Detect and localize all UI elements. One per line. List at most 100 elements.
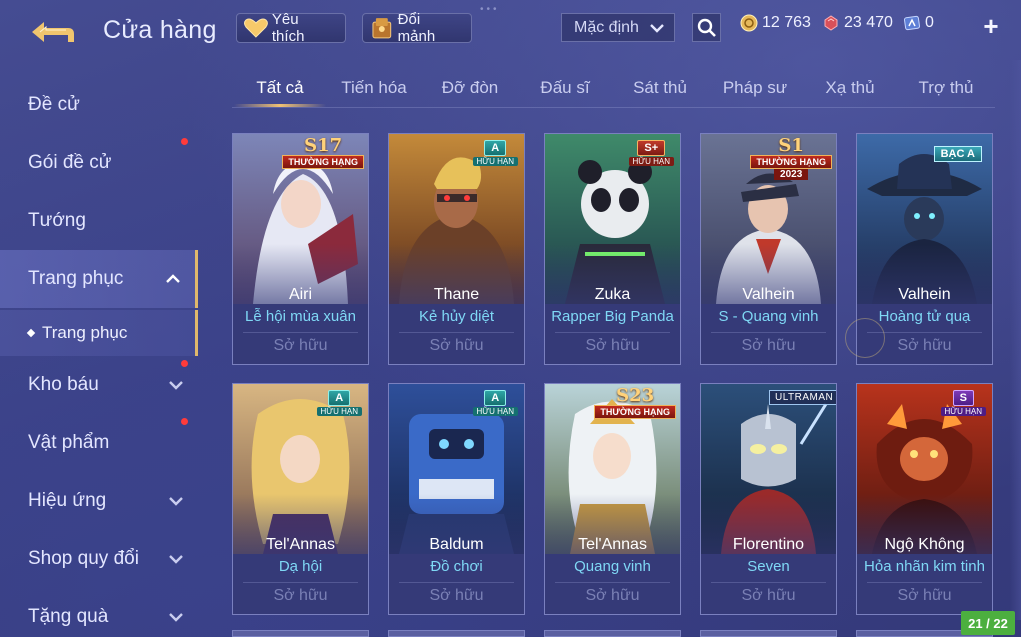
next-row-card	[544, 630, 681, 637]
tier-badge: A HỮU HẠN	[472, 390, 518, 416]
divider	[711, 582, 826, 583]
notification-dot	[181, 360, 188, 367]
sidebar-item-recommended-packs[interactable]: Gói đề cử	[0, 134, 198, 192]
page-title: Cửa hàng	[103, 16, 217, 44]
chevron-up-icon	[166, 274, 180, 283]
skin-card[interactable]: S1 THƯỜNG HẠNG 2023 Valhein S - Quang vi…	[700, 133, 837, 365]
tier-badge: S HỮU HẠN	[940, 390, 986, 416]
skin-name: Quang vinh	[574, 558, 651, 575]
divider	[867, 582, 982, 583]
page-counter: 21 / 22	[961, 611, 1015, 635]
sidebar-item-heroes[interactable]: Tướng	[0, 192, 198, 250]
sidebar-item-effects[interactable]: Hiệu ứng	[0, 472, 198, 530]
tab-all[interactable]: Tất cả	[234, 78, 326, 98]
sidebar-item-label: Trang phục	[28, 268, 124, 289]
season-label: THƯỜNG HẠNG	[594, 405, 676, 419]
sidebar-item-label: Hiệu ứng	[28, 490, 107, 511]
bullet-icon	[26, 328, 36, 338]
fragment-chest-icon	[372, 18, 392, 39]
skin-card[interactable]: S23 THƯỜNG HẠNG Tel'Annas Quang vinh Sở …	[544, 383, 681, 615]
sidebar-item-label: Gói đề cử	[28, 152, 112, 173]
sidebar-item-label: Shop quy đổi	[28, 548, 139, 569]
plus-icon[interactable]: +	[980, 12, 1002, 40]
ownership-status: Sở hữu	[273, 337, 328, 354]
tier-grade: A	[484, 390, 507, 406]
voucher-icon	[903, 15, 921, 31]
skin-name: S - Quang vinh	[718, 308, 819, 325]
tier-label: HỮU HẠN	[472, 407, 518, 416]
season-number: S1	[778, 135, 804, 156]
gold-coin-icon	[740, 14, 758, 32]
sidebar-item-items[interactable]: Vật phẩm	[0, 414, 198, 472]
hero-name: Airi	[288, 286, 313, 303]
ownership-status: Sở hữu	[585, 337, 640, 354]
sidebar-item-exchange-shop[interactable]: Shop quy đổi	[0, 530, 198, 588]
heart-icon	[243, 18, 268, 38]
skin-card[interactable]: A HỮU HẠN Tel'Annas Dạ hội Sở hữu	[232, 383, 369, 615]
gold-amount: 12 763	[762, 14, 811, 31]
tab-assassin[interactable]: Sát thủ	[614, 78, 706, 98]
tier-badge: A HỮU HẠN	[472, 140, 518, 166]
tier-badge: S+ HỮU HẠN	[628, 140, 674, 166]
hero-name: Baldum	[429, 536, 484, 553]
ruby-amount: 23 470	[844, 14, 893, 31]
search-button[interactable]	[692, 13, 721, 42]
skin-name: Lễ hội mùa xuân	[245, 308, 356, 325]
tab-support[interactable]: Trợ thủ	[900, 78, 992, 98]
sort-dropdown[interactable]: Mặc định	[561, 13, 675, 42]
tab-evolution[interactable]: Tiến hóa	[328, 78, 420, 98]
divider	[399, 332, 514, 333]
tab-marksman[interactable]: Xạ thủ	[804, 78, 896, 98]
decorative-ring	[845, 318, 885, 358]
tier-badge: A HỮU HẠN	[316, 390, 362, 416]
tab-tank[interactable]: Đỡ đòn	[424, 78, 516, 98]
drag-handle: •••	[480, 4, 500, 15]
skin-card[interactable]: A HỮU HẠN Baldum Đồ chơi Sở hữu	[388, 383, 525, 615]
tab-fighter[interactable]: Đấu sĩ	[519, 78, 611, 98]
skin-card[interactable]: A HỮU HẠN Thane Kẻ hủy diệt Sở hữu	[388, 133, 525, 365]
tier-label: HỮU HẠN	[940, 407, 986, 416]
skin-name: Rapper Big Panda	[551, 308, 674, 325]
tier-badge: BẠC A	[933, 146, 982, 162]
sidebar-item-gift[interactable]: Tặng quà	[0, 588, 198, 637]
next-row-card	[232, 630, 369, 637]
sidebar-subitem-skins[interactable]: Trang phục	[0, 310, 198, 356]
season-badge: S23 THƯỜNG HẠNG	[594, 387, 676, 419]
fragments-label: Đổi mảnh	[397, 11, 436, 45]
divider	[243, 332, 358, 333]
season-year: 2023	[774, 169, 809, 180]
sidebar-item-recommended[interactable]: Đề cử	[0, 76, 198, 134]
ownership-status: Sở hữu	[741, 587, 796, 604]
season-number: S23	[616, 385, 655, 406]
divider	[399, 582, 514, 583]
favorites-button[interactable]: Yêu thích	[236, 11, 346, 45]
ownership-status: Sở hữu	[273, 587, 328, 604]
exchange-fragments-button[interactable]: Đổi mảnh	[362, 11, 472, 45]
sidebar-item-label: Vật phẩm	[28, 432, 110, 453]
sidebar-item-skins[interactable]: Trang phục	[0, 250, 198, 308]
divider	[243, 582, 358, 583]
hero-name: Tel'Annas	[266, 536, 335, 553]
skin-name: Đồ chơi	[430, 558, 483, 575]
sidebar: Đề cử Gói đề cử Tướng Trang phục Trang p…	[0, 70, 198, 637]
skin-card[interactable]: S HỮU HẠN Ngộ Không Hỏa nhãn kim tinh Sở…	[856, 383, 993, 615]
tier-grade: A	[328, 390, 351, 406]
hero-name: Zuka	[594, 286, 631, 303]
chevron-down-icon	[169, 613, 183, 622]
tab-mage[interactable]: Pháp sư	[709, 78, 801, 98]
chevron-down-icon	[650, 24, 664, 33]
skin-name: Seven	[747, 558, 790, 575]
skin-card[interactable]: S17 THƯỜNG HẠNG Airi Lễ hội mùa xuân Sở …	[232, 133, 369, 365]
collab-badge: ULTRAMAN	[769, 390, 836, 405]
sidebar-item-treasure[interactable]: Kho báu	[0, 356, 198, 414]
back-button[interactable]	[28, 18, 78, 46]
skin-card[interactable]: ULTRAMAN Florentino Seven Sở hữu	[700, 383, 837, 615]
season-label: THƯỜNG HẠNG	[282, 155, 364, 169]
hero-name: Valhein	[898, 286, 951, 303]
hero-name: Florentino	[732, 536, 805, 553]
chevron-down-icon	[169, 497, 183, 506]
sidebar-subitem-label: Trang phục	[42, 323, 128, 342]
sidebar-item-label: Đề cử	[28, 94, 80, 115]
season-badge: S1 THƯỜNG HẠNG 2023	[750, 137, 832, 180]
skin-card[interactable]: S+ HỮU HẠN Zuka Rapper Big Panda Sở hữu	[544, 133, 681, 365]
